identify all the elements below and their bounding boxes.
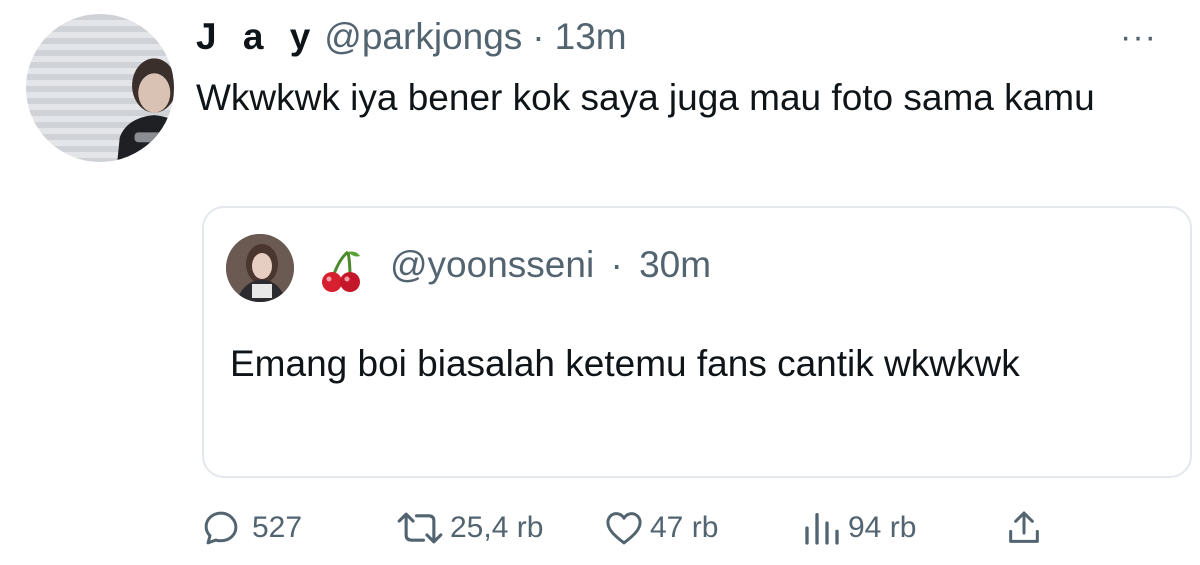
author-avatar[interactable] xyxy=(26,14,174,162)
reply-icon xyxy=(204,511,238,545)
display-name[interactable]: J a y xyxy=(196,16,318,58)
quoted-author-handle[interactable]: @yoonsseni xyxy=(390,244,594,285)
heart-icon xyxy=(606,512,642,545)
views-count: 94 rb xyxy=(848,511,917,544)
views-icon xyxy=(805,513,839,545)
views-button[interactable]: 94 rb xyxy=(802,500,916,556)
quoted-timestamp[interactable]: 30m xyxy=(639,244,711,285)
tweet-timestamp[interactable]: 13m xyxy=(555,16,627,58)
author-handle[interactable]: @parkjongs xyxy=(324,16,522,58)
separator-dot: · xyxy=(610,244,623,285)
cherries-emoji-icon xyxy=(322,250,360,292)
reply-button[interactable]: 527 xyxy=(200,500,302,556)
tweet-text: Wkwkwk iya bener kok saya juga mau foto … xyxy=(196,77,1095,118)
quoted-avatar-image xyxy=(226,234,294,302)
like-button[interactable]: 47 rb xyxy=(602,500,718,556)
quoted-header: @yoonsseni · 30m xyxy=(390,244,711,286)
avatar-figure xyxy=(117,58,174,162)
retweet-button[interactable]: 25,4 rb xyxy=(394,500,543,556)
retweet-icon xyxy=(397,512,443,544)
separator-dot: · xyxy=(532,16,545,57)
tweet-header: J a y @parkjongs · 13m xyxy=(196,16,627,66)
retweet-count: 25,4 rb xyxy=(450,511,544,544)
tweet-action-bar: 527 25,4 rb 47 rb 94 rb xyxy=(0,500,1200,556)
quoted-author-avatar[interactable] xyxy=(226,234,294,302)
share-button[interactable] xyxy=(1004,500,1044,556)
share-icon xyxy=(1009,511,1039,543)
more-options-button[interactable]: ··· xyxy=(1120,20,1164,54)
quoted-tweet-text: Emang boi biasalah ketemu fans cantik wk… xyxy=(230,343,1020,384)
reply-count: 527 xyxy=(252,511,303,544)
like-count: 47 rb xyxy=(650,511,719,544)
quoted-tweet-card[interactable]: @yoonsseni · 30m Emang boi biasalah kete… xyxy=(202,206,1192,478)
